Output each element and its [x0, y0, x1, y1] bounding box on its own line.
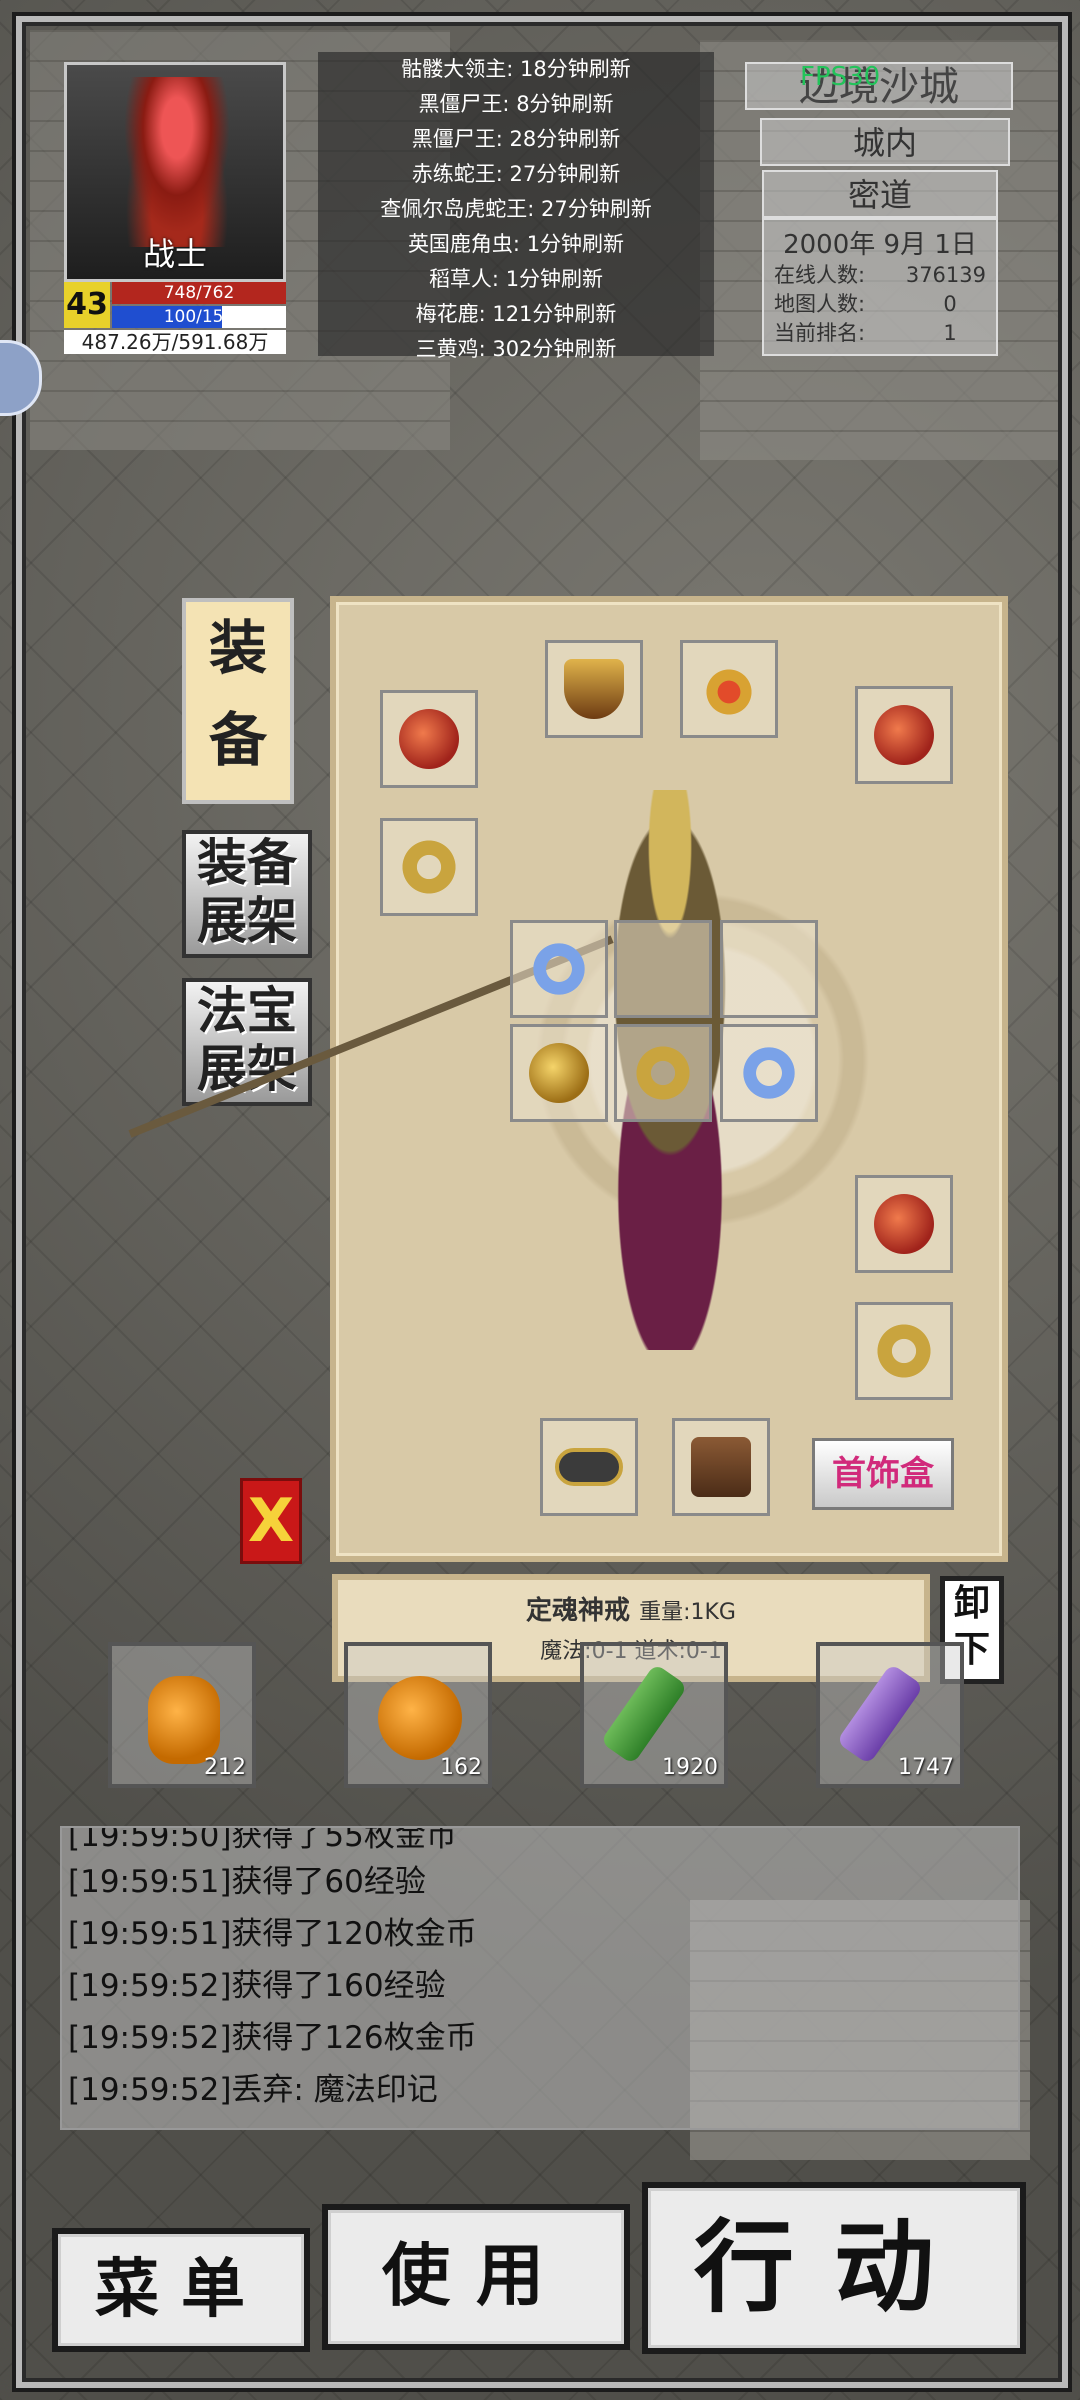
- mp-bar: 100/158: [112, 306, 286, 328]
- necklace-icon: [699, 659, 759, 719]
- list-item: 黑僵尸王: 8分钟刷新: [418, 92, 614, 116]
- tab-equipment[interactable]: 装备: [182, 598, 294, 804]
- slot-necklace[interactable]: [680, 640, 778, 738]
- slot-gem-5[interactable]: [614, 1024, 712, 1122]
- item-count: 162: [440, 1755, 482, 1780]
- slot-ring-right[interactable]: [855, 1302, 953, 1400]
- item-count: 1747: [898, 1755, 954, 1780]
- game-date: 2000年 9月 1日: [783, 230, 977, 260]
- log-line: [19:59:50]获得了55枚金币: [68, 1826, 457, 1854]
- exp-bar: 487.26万/591.68万: [64, 330, 286, 354]
- equipment-rack-button[interactable]: 装备展架: [182, 830, 312, 958]
- item-weight: 重量:1KG: [639, 1600, 736, 1625]
- slot-gem-6[interactable]: [720, 1024, 818, 1122]
- quick-slot-4[interactable]: 1747: [816, 1642, 964, 1788]
- orange-potion-icon: [148, 1676, 220, 1764]
- server-stats: 2000年 9月 1日 在线人数: 376139 地图人数: 0 当前排名: 1: [762, 218, 998, 356]
- slot-gem-4[interactable]: [510, 1024, 608, 1122]
- use-button[interactable]: 使用: [322, 2204, 630, 2350]
- stat-row: 地图人数: 0: [774, 292, 957, 316]
- slot-gem-1[interactable]: [510, 920, 608, 1018]
- bracer-icon: [874, 1194, 934, 1254]
- log-line: [19:59:52]获得了126枚金币: [68, 2020, 477, 2056]
- gem-icon: [529, 939, 589, 999]
- slot-boots[interactable]: [672, 1418, 770, 1516]
- slot-bracelet-right[interactable]: [855, 1175, 953, 1273]
- scroll-purple-icon: [836, 1663, 924, 1765]
- quick-slot-2[interactable]: 162: [344, 1642, 492, 1788]
- belt-icon: [555, 1448, 623, 1486]
- action-button[interactable]: 行动: [642, 2182, 1026, 2354]
- player-level: 43: [64, 282, 110, 328]
- helmet-icon: [564, 659, 624, 719]
- slot-medal[interactable]: [855, 686, 953, 784]
- round-potion-icon: [378, 1676, 462, 1760]
- warrior-avatar: [117, 77, 237, 247]
- slot-bracelet-left[interactable]: [380, 690, 478, 788]
- zone-name: 密道: [762, 170, 998, 218]
- gold-ring-icon: [633, 1043, 693, 1103]
- menu-button[interactable]: 菜单: [52, 2228, 310, 2352]
- hp-bar: 748/762: [112, 282, 286, 304]
- bracer-icon: [399, 709, 459, 769]
- stat-row: 在线人数: 376139: [774, 263, 986, 287]
- item-count: 212: [204, 1755, 246, 1780]
- slot-gem-3[interactable]: [720, 920, 818, 1018]
- player-portrait[interactable]: 战士: [64, 62, 286, 282]
- list-item: 梅花鹿: 121分钟刷新: [415, 302, 617, 326]
- area-name: 城内: [760, 118, 1010, 166]
- gold-glove-icon: [529, 1043, 589, 1103]
- boss-refresh-list: 骷髅大领主: 18分钟刷新 黑僵尸王: 8分钟刷新 黑僵尸王: 28分钟刷新 赤…: [318, 52, 714, 361]
- item-name: 定魂神戒: [526, 1596, 631, 1626]
- slot-ring-left[interactable]: [380, 818, 478, 916]
- stat-row: 当前排名: 1: [774, 321, 957, 345]
- scroll-green-icon: [600, 1663, 688, 1765]
- orb-icon: [874, 705, 934, 765]
- message-log: [19:59:50]获得了55枚金币 [19:59:51]获得了60经验 [19…: [60, 1826, 1020, 2130]
- list-item: 稻草人: 1分钟刷新: [428, 267, 604, 291]
- list-item: 赤练蛇王: 27分钟刷新: [411, 162, 621, 186]
- slot-belt[interactable]: [540, 1418, 638, 1516]
- log-line: [19:59:51]获得了60经验: [68, 1864, 426, 1900]
- list-item: 英国鹿角虫: 1分钟刷新: [407, 232, 625, 256]
- jewelry-box-button[interactable]: 首饰盒: [812, 1438, 954, 1510]
- list-item: 三黄鸡: 302分钟刷新: [415, 337, 617, 361]
- list-item: 黑僵尸王: 28分钟刷新: [411, 127, 621, 151]
- boots-icon: [691, 1437, 751, 1497]
- log-line: [19:59:52]获得了160经验: [68, 1968, 446, 2004]
- slot-gem-2[interactable]: [614, 920, 712, 1018]
- item-count: 1920: [662, 1755, 718, 1780]
- player-class: 战士: [142, 235, 207, 273]
- slot-helmet[interactable]: [545, 640, 643, 738]
- quick-slot-1[interactable]: 212: [108, 1642, 256, 1788]
- quick-slot-3[interactable]: 1920: [580, 1642, 728, 1788]
- log-line: [19:59:52]丢弃: 魔法印记: [68, 2072, 438, 2108]
- list-item: 查佩尔岛虎蛇王: 27分钟刷新: [380, 197, 652, 221]
- log-line: [19:59:51]获得了120枚金币: [68, 1916, 477, 1952]
- close-button[interactable]: X: [240, 1478, 302, 1564]
- blue-ring-icon: [739, 1043, 799, 1103]
- fps-counter: FPS30: [800, 62, 881, 92]
- ring-icon: [874, 1321, 934, 1381]
- list-item: 骷髅大领主: 18分钟刷新: [401, 57, 631, 81]
- ring-icon: [399, 837, 459, 897]
